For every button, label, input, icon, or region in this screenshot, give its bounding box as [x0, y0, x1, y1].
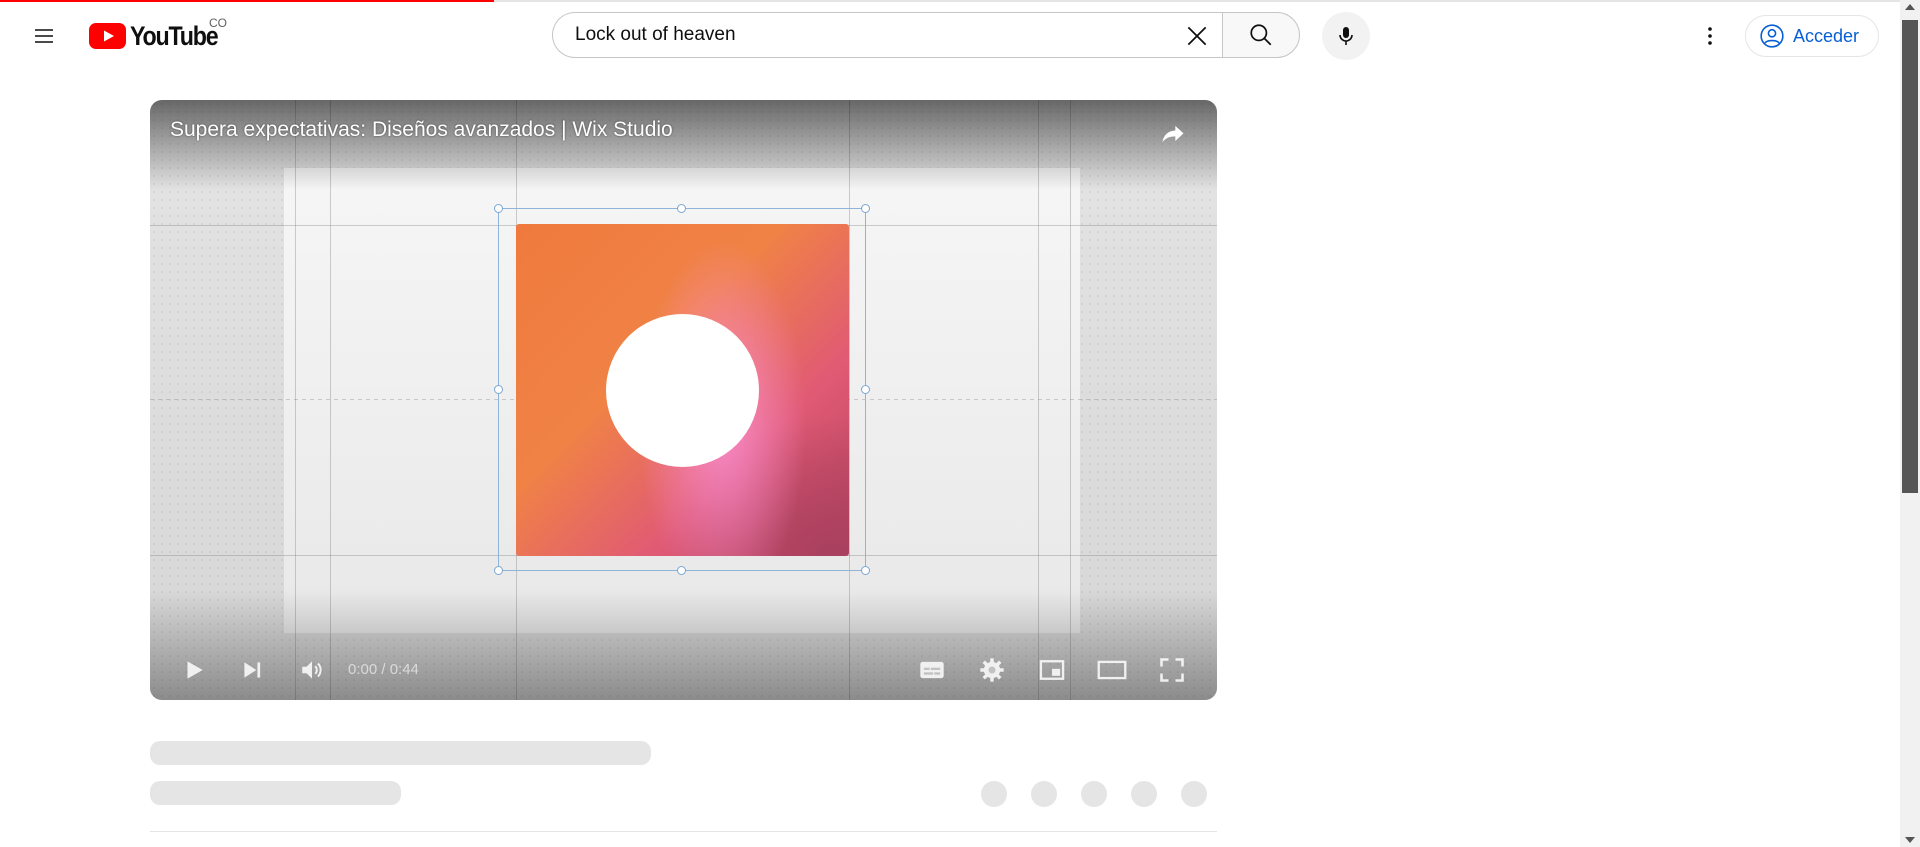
youtube-logo[interactable]: YouTube CO [89, 16, 232, 51]
video-player[interactable]: Supera expectativas: Diseños avanzados |… [150, 100, 1217, 700]
resize-handle [861, 566, 870, 575]
resize-handle [861, 204, 870, 213]
time-display: 0:00 / 0:44 [348, 661, 419, 678]
action-skeleton [981, 781, 1007, 807]
share-button[interactable] [1155, 116, 1191, 152]
search-box [552, 12, 1222, 58]
search-icon [1250, 24, 1272, 46]
scroll-thumb[interactable] [1902, 20, 1918, 493]
page-scrollbar[interactable] [1900, 0, 1920, 847]
selection-box [498, 208, 866, 571]
mic-icon [1339, 27, 1353, 45]
action-skeleton [1031, 781, 1057, 807]
settings-button[interactable] [972, 650, 1012, 690]
mute-button[interactable] [292, 650, 332, 690]
settings-icon [980, 658, 1004, 682]
action-skeleton [1081, 781, 1107, 807]
voice-search-button[interactable] [1322, 12, 1370, 60]
title-skeleton [150, 741, 651, 765]
top-gradient [150, 100, 1217, 190]
search-bar [552, 12, 1300, 58]
search-input[interactable] [573, 23, 1137, 47]
action-skeleton [1181, 781, 1207, 807]
sign-in-label: Acceder [1793, 25, 1860, 46]
clear-search-button[interactable] [1178, 17, 1216, 55]
resize-handle [494, 204, 503, 213]
country-code: CO [209, 16, 227, 30]
menu-icon [35, 29, 53, 43]
resize-handle [861, 385, 870, 394]
scroll-up-arrow[interactable] [1905, 4, 1915, 10]
next-icon [244, 662, 261, 678]
resize-handle [494, 566, 503, 575]
subtitles-icon [920, 661, 944, 679]
account-circle-icon [1760, 24, 1784, 48]
next-button[interactable] [232, 650, 272, 690]
theater-mode-button[interactable] [1092, 650, 1132, 690]
fullscreen-icon [1160, 658, 1184, 682]
search-button[interactable] [1222, 12, 1300, 58]
subtitles-button[interactable] [912, 650, 952, 690]
miniplayer-icon [1039, 660, 1065, 680]
masthead: YouTube CO Acceder [0, 2, 1900, 68]
action-skeleton [1131, 781, 1157, 807]
divider [150, 831, 1217, 832]
video-title[interactable]: Supera expectativas: Diseños avanzados |… [170, 118, 673, 142]
resize-handle [677, 204, 686, 213]
theater-icon [1097, 660, 1127, 680]
clear-icon [1187, 26, 1207, 46]
miniplayer-button[interactable] [1032, 650, 1072, 690]
sign-in-button[interactable]: Acceder [1745, 15, 1880, 57]
youtube-logo-icon [89, 23, 126, 49]
resize-handle [494, 385, 503, 394]
fullscreen-button[interactable] [1152, 650, 1192, 690]
settings-more-button[interactable] [1690, 16, 1730, 56]
play-button[interactable] [174, 650, 214, 690]
channel-skeleton [150, 781, 401, 805]
play-icon [187, 661, 203, 679]
volume-icon [302, 661, 322, 679]
player-controls: 0:00 / 0:44 [150, 640, 1217, 700]
resize-handle [677, 566, 686, 575]
more-vert-icon [1708, 27, 1712, 45]
share-icon [1162, 125, 1184, 143]
logo-wordmark: YouTube [130, 20, 219, 51]
scroll-down-arrow[interactable] [1905, 837, 1915, 843]
guide-menu-button[interactable] [24, 16, 64, 56]
